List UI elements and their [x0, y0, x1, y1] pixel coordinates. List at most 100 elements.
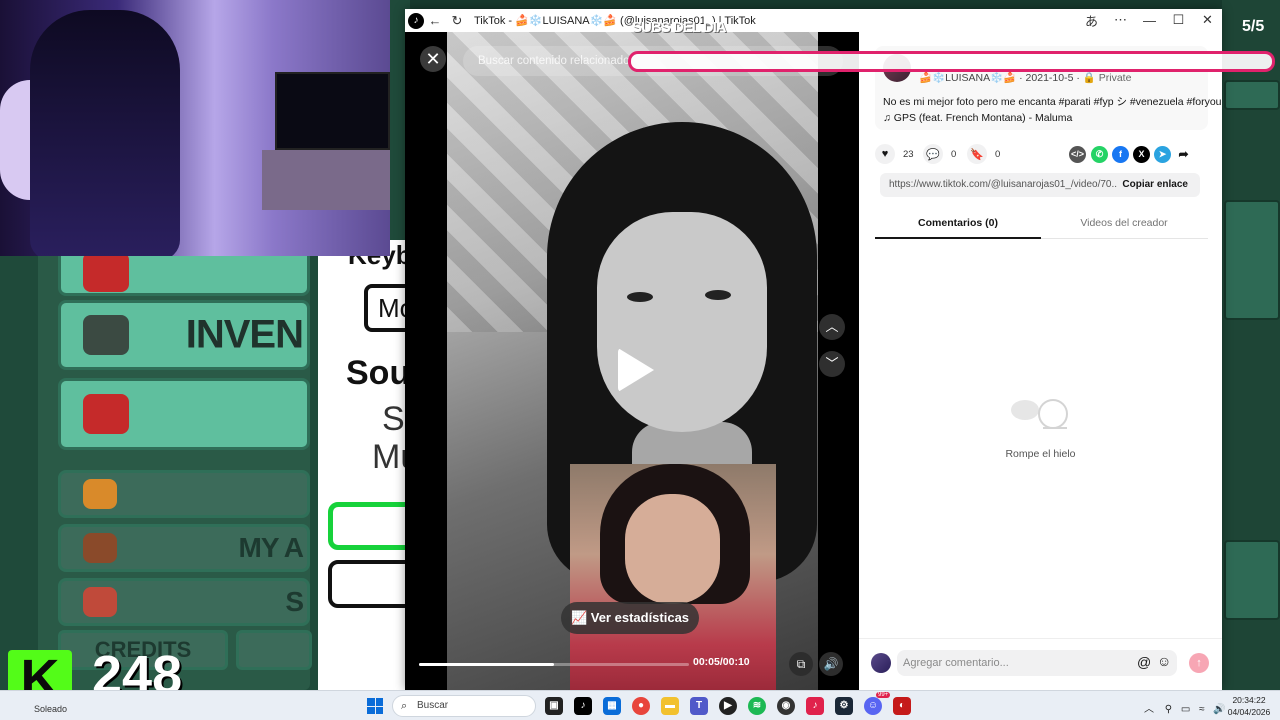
game-settings-toggle: C	[328, 502, 410, 550]
telegram-icon[interactable]: ➤	[1154, 146, 1171, 163]
heart-icon: ♥	[875, 144, 895, 164]
share-link[interactable]: https://www.tiktok.com/@luisanarojas01_/…	[889, 179, 1117, 190]
tiktok-logo-icon: ♪	[408, 12, 424, 29]
spotify-icon[interactable]: ≋	[748, 697, 766, 715]
close-icon[interactable]: ✕	[420, 46, 446, 72]
share-arrow-icon[interactable]: ➦	[1175, 146, 1192, 163]
teams-icon[interactable]: T	[690, 697, 708, 715]
taskbar: Soleado ⌕ Buscar ▣ ♪ ▦ ● ▬ T ▶ ≋ ◉ ♪ ⚙ ☺ …	[0, 690, 1280, 720]
weather-label[interactable]: Soleado	[34, 704, 67, 714]
tiktok-browser-window: ♪ ← ↻ TikTok - 🍰❄️LUISANA❄️🍰 (@luisanaro…	[405, 9, 1222, 690]
video-progress-fill	[419, 663, 554, 666]
tv-cabinet	[262, 150, 390, 210]
steam-icon[interactable]: ⚙	[835, 697, 853, 715]
translate-icon[interactable]: あ	[1077, 9, 1106, 31]
subs-del-dia-overlay: SUBS DEL DIA	[632, 19, 727, 36]
game-settings-toggle: C	[328, 560, 410, 608]
chevron-up-icon[interactable]: ︿	[1144, 704, 1154, 715]
game-menu-row-cosmetics	[58, 378, 310, 450]
tab-comments[interactable]: Comentarios (0)	[875, 207, 1041, 239]
among-us-icon[interactable]: ◐	[893, 697, 911, 715]
close-button[interactable]: ✕	[1193, 9, 1222, 31]
game-menu-row-inventory: INVEN	[58, 300, 310, 370]
save-count: 0	[995, 148, 1001, 160]
volume-icon[interactable]: 🔊	[819, 652, 843, 676]
taskbar-search[interactable]: ⌕ Buscar	[392, 695, 536, 717]
clock-time: 20:34:22	[1232, 695, 1266, 705]
box-icon	[83, 315, 129, 355]
more-icon[interactable]: ⋯	[1106, 9, 1135, 31]
highlight-bar-overlay	[628, 51, 1275, 72]
tiktok-taskbar-icon[interactable]: ♪	[574, 697, 592, 715]
taskbar-search-label: Buscar	[417, 700, 449, 711]
copy-link-button[interactable]: Copiar enlace	[1122, 179, 1188, 190]
chrome-icon[interactable]: ●	[632, 697, 650, 715]
save-button[interactable]: 🔖 0	[967, 144, 1000, 164]
panel-tabs: Comentarios (0) Videos del creador	[875, 207, 1208, 239]
chevron-up-icon[interactable]: ︿	[819, 314, 845, 340]
game-menu-row-settings: S	[58, 578, 310, 626]
comment-bar: @ ☺ ↑	[859, 638, 1222, 690]
file-explorer-icon[interactable]: ▬	[661, 697, 679, 715]
page-count: 5/5	[1242, 18, 1265, 35]
game-menu-label: MY A	[238, 532, 304, 563]
reload-icon[interactable]: ↻	[446, 10, 468, 32]
display-icon[interactable]: ▭	[1181, 704, 1190, 715]
maximize-button[interactable]: ☐	[1164, 9, 1193, 31]
post-side-panel: 🍰❄️LUISANA❄️🍰 · 2021-10-5 · 🔒 Private No…	[859, 32, 1222, 690]
game-extra-button	[236, 630, 312, 670]
taskbar-clock[interactable]: 20:34:22 04/04/2026	[1224, 694, 1274, 718]
emoji-icon[interactable]: ☺	[1157, 653, 1171, 669]
video-player[interactable]: ✕ Buscar contenido relacionado ︿ ﹀ 📈 Ver…	[405, 32, 859, 690]
game-menu-row-account: MY A	[58, 524, 310, 572]
whatsapp-icon[interactable]: ✆	[1091, 146, 1108, 163]
comment-icon: 💬	[923, 144, 943, 164]
like-button[interactable]: ♥ 23	[875, 144, 914, 164]
discord-icon[interactable]: ☺	[864, 697, 882, 715]
embed-icon[interactable]: </>	[1069, 146, 1086, 163]
send-comment-button[interactable]: ↑	[1189, 653, 1209, 673]
chevron-down-icon[interactable]: ﹀	[819, 351, 845, 377]
facebook-icon[interactable]: f	[1112, 146, 1129, 163]
megaphone-icon	[83, 479, 117, 509]
obs-icon[interactable]: ◉	[777, 697, 795, 715]
media-player-icon[interactable]: ▶	[719, 697, 737, 715]
minimize-button[interactable]: —	[1135, 9, 1164, 31]
mention-icon[interactable]: @	[1137, 654, 1151, 670]
windows-start-icon[interactable]	[367, 698, 383, 714]
like-count: 23	[903, 148, 914, 160]
search-icon: ⌕	[401, 700, 408, 712]
comment-button[interactable]: 💬 0	[923, 144, 956, 164]
game-right-item	[1224, 540, 1280, 620]
task-view-icon[interactable]: ▣	[545, 697, 563, 715]
back-icon[interactable]: ←	[424, 10, 446, 32]
empty-comments-text: Rompe el hielo	[1005, 448, 1076, 460]
post-actions: ♥ 23 💬 0 🔖 0 </> ✆ f X ➤ ➦	[875, 144, 1208, 166]
picture-in-picture-icon[interactable]: ⧉	[789, 652, 813, 676]
window-titlebar: ♪ ← ↻ TikTok - 🍰❄️LUISANA❄️🍰 (@luisanaro…	[405, 9, 1222, 32]
view-stats-label: Ver estadísticas	[590, 610, 690, 625]
video-subject-face	[597, 212, 767, 432]
share-link-box: https://www.tiktok.com/@luisanarojas01_/…	[880, 173, 1200, 197]
play-icon[interactable]	[618, 348, 654, 392]
discord-badge: 99+	[876, 692, 891, 698]
comment-input[interactable]	[897, 650, 1177, 676]
bookmark-icon: 🔖	[967, 144, 987, 164]
wifi-icon[interactable]: ≈	[1199, 704, 1205, 715]
system-tray[interactable]: ︿ ⚲ ▭ ≈ 🔊	[1144, 700, 1226, 715]
author-line[interactable]: 🍰❄️LUISANA❄️🍰 · 2021-10-5 · 🔒 Private	[919, 71, 1131, 84]
tiktok-live-icon[interactable]: ♪	[806, 697, 824, 715]
video-time: 00:05/00:10	[693, 656, 750, 668]
eye	[627, 292, 653, 302]
tab-creator-videos[interactable]: Videos del creador	[1041, 207, 1207, 239]
post-music[interactable]: ♫ GPS (feat. French Montana) - Maluma	[883, 112, 1072, 124]
empty-comments-icon	[1011, 399, 1068, 429]
network-icon[interactable]: ⚲	[1165, 704, 1172, 715]
post-description: No es mi mejor foto pero me encanta #par…	[883, 96, 1222, 108]
store-icon[interactable]: ▦	[603, 697, 621, 715]
eye	[705, 290, 731, 300]
video-progress-bar[interactable]	[419, 663, 689, 666]
view-stats-button[interactable]: 📈 Ver estadísticas	[561, 602, 699, 634]
game-settings-heading: Sou	[346, 354, 410, 392]
x-icon[interactable]: X	[1133, 146, 1150, 163]
